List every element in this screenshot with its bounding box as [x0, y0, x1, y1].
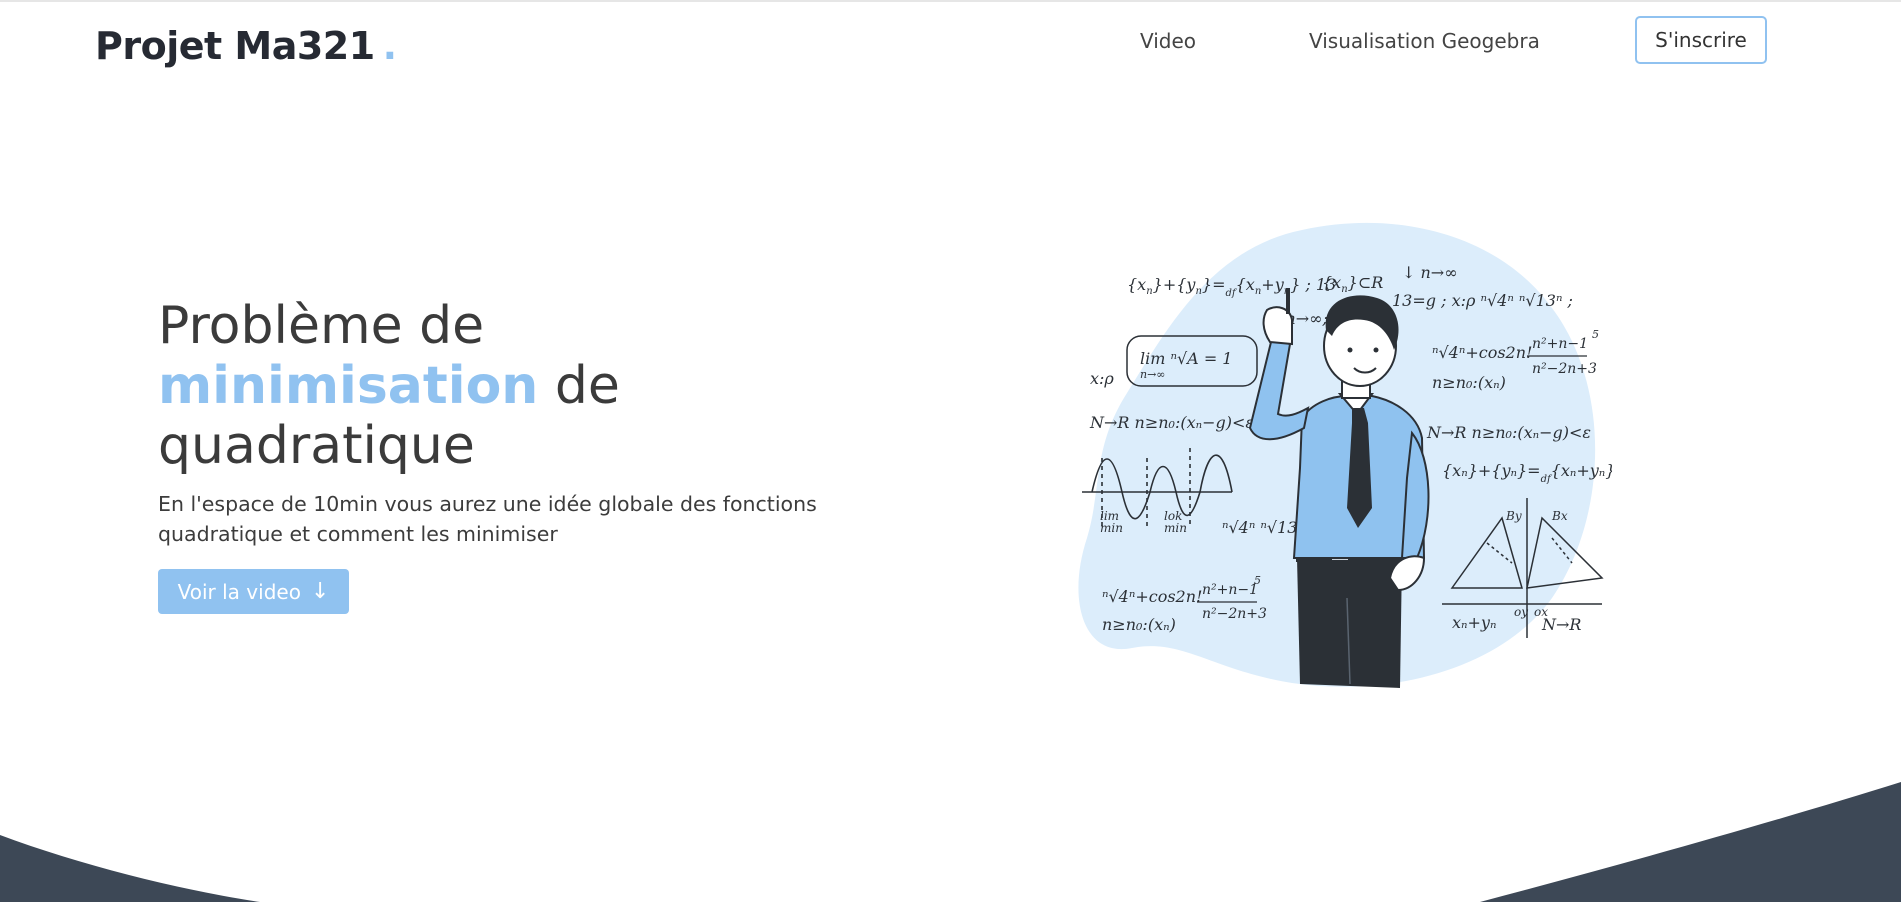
logo-dot: .: [382, 24, 397, 68]
svg-text:n≥n₀:(xₙ): n≥n₀:(xₙ): [1102, 615, 1176, 634]
svg-text:N→R n≥n₀:(xₙ−g)<ε: N→R n≥n₀:(xₙ−g)<ε: [1089, 413, 1254, 432]
watch-video-button[interactable]: Voir la video ↓: [158, 569, 349, 614]
svg-text:x:ρ: x:ρ: [1090, 369, 1114, 388]
svg-text:xₙ+yₙ: xₙ+yₙ: [1452, 613, 1496, 632]
svg-text:n²−2n+3: n²−2n+3: [1202, 606, 1267, 622]
hero-title: Problème de minimisation de quadratique: [158, 296, 878, 476]
svg-text:n²−2n+3: n²−2n+3: [1532, 361, 1597, 377]
svg-text:n²+n−1: n²+n−1: [1532, 336, 1588, 352]
arrow-down-icon: ↓: [310, 578, 330, 604]
svg-text:{xn}⊂R: {xn}⊂R: [1322, 273, 1383, 295]
svg-text:n→∞: n→∞: [1140, 368, 1165, 381]
hero-description: En l'espace de 10min vous aurez une idée…: [158, 492, 817, 546]
watch-video-label: Voir la video: [177, 579, 301, 604]
nav-link-geogebra[interactable]: Visualisation Geogebra: [1309, 26, 1540, 56]
hero-title-accent: minimisation: [158, 356, 539, 416]
svg-text:lim ⁿ√A = 1: lim ⁿ√A = 1: [1140, 349, 1232, 368]
logo-text: Projet Ma321: [95, 24, 375, 68]
site-header: Projet Ma321. Video Visualisation Geogeb…: [0, 0, 1901, 82]
svg-text:n≥n₀:(xₙ): n≥n₀:(xₙ): [1432, 373, 1506, 392]
svg-text:min: min: [1164, 521, 1187, 535]
svg-text:ox: ox: [1534, 605, 1548, 619]
svg-text:5: 5: [1254, 574, 1261, 587]
svg-text:min: min: [1100, 521, 1123, 535]
hero-title-part2: de: [554, 356, 620, 416]
svg-text:N→R n≥n₀:(xₙ−g)<ε: N→R n≥n₀:(xₙ−g)<ε: [1426, 423, 1591, 442]
site-logo[interactable]: Projet Ma321.: [95, 22, 397, 70]
hero-title-part1: Problème de: [158, 296, 485, 356]
svg-text:ⁿ√4ⁿ ⁿ√13ⁿ: ⁿ√4ⁿ ⁿ√13ⁿ: [1222, 518, 1304, 537]
svg-text:5: 5: [1592, 328, 1599, 341]
svg-text:Bx: Bx: [1551, 509, 1568, 523]
svg-text:↓ n→∞: ↓ n→∞: [1402, 263, 1458, 282]
math-teacher-illustration: {xn}+{yn}=df{xn+yn} ; 13 {xn}⊂R ↓ n→∞ ↓n…: [1078, 222, 1612, 688]
nav-link-video[interactable]: Video: [1140, 26, 1196, 56]
svg-text:13=g ; x:ρ ⁿ√4ⁿ ⁿ√13ⁿ ;: 13=g ; x:ρ ⁿ√4ⁿ ⁿ√13ⁿ ;: [1392, 291, 1573, 310]
svg-text:By: By: [1505, 509, 1522, 523]
signup-button[interactable]: S'inscrire: [1635, 16, 1767, 64]
svg-text:ⁿ√4ⁿ+cos2n!: ⁿ√4ⁿ+cos2n!: [1102, 587, 1202, 606]
svg-text:oy: oy: [1514, 605, 1528, 619]
svg-text:ⁿ√4ⁿ+cos2n!: ⁿ√4ⁿ+cos2n!: [1432, 343, 1532, 362]
bottom-wave: [0, 782, 1901, 902]
hero-title-part3: quadratique: [158, 416, 475, 476]
svg-text:n²+n−1: n²+n−1: [1202, 582, 1258, 598]
